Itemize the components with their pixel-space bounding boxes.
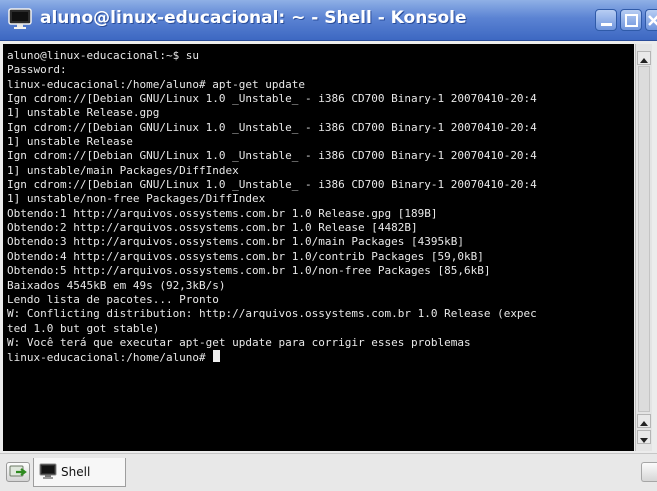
- scroll-thumb[interactable]: [638, 66, 650, 412]
- terminal-line: Baixados 4545kB em 49s (92,3kB/s): [7, 278, 226, 292]
- close-icon: [648, 15, 657, 26]
- terminal-line: W: Você terá que executar apt-get update…: [7, 335, 471, 349]
- terminal-line: Obtendo:1 http://arquivos.ossystems.com.…: [7, 206, 438, 220]
- terminal-line: Lendo lista de pacotes... Pronto: [7, 292, 219, 306]
- prompt-line[interactable]: linux-educacional:/home/aluno#: [7, 350, 634, 364]
- terminal-line: aluno@linux-educacional:~$ su: [7, 49, 200, 62]
- terminal-line: Ign cdrom://[Debian GNU/Linux 1.0 _Unsta…: [7, 120, 537, 134]
- arrow-up-icon: [640, 421, 648, 426]
- close-session-button[interactable]: [641, 462, 657, 482]
- terminal-line: linux-educacional:/home/aluno# apt-get u…: [7, 77, 306, 91]
- text-cursor: [213, 350, 221, 363]
- terminal-line: Ign cdrom://[Debian GNU/Linux 1.0 _Unsta…: [7, 178, 537, 192]
- terminal-line: Obtendo:4 http://arquivos.ossystems.com.…: [7, 249, 484, 263]
- konsole-app-icon[interactable]: [8, 8, 32, 30]
- arrow-down-icon: [640, 438, 648, 443]
- terminal-line: ted 1.0 but got stable): [7, 321, 160, 335]
- terminal-line: Obtendo:5 http://arquivos.ossystems.com.…: [7, 264, 491, 278]
- terminal-line: 1] unstable Release.gpg: [7, 106, 160, 120]
- terminal-line: Obtendo:3 http://arquivos.ossystems.com.…: [7, 235, 464, 249]
- tab-shell[interactable]: Shell: [33, 458, 126, 487]
- terminal-line: 1] unstable/main Packages/DiffIndex: [7, 163, 239, 177]
- terminal-line: W: Conflicting distribution: http://arqu…: [7, 307, 537, 321]
- scroll-up-button[interactable]: [637, 51, 651, 65]
- new-session-button[interactable]: [6, 462, 30, 482]
- scroll-down-button[interactable]: [637, 430, 651, 444]
- maximize-button[interactable]: [620, 9, 642, 31]
- terminal-icon: [39, 463, 57, 484]
- terminal-output[interactable]: aluno@linux-educacional:~$ su Password: …: [3, 44, 634, 451]
- terminal-line: Ign cdrom://[Debian GNU/Linux 1.0 _Unsta…: [7, 149, 537, 163]
- minimize-icon: [601, 23, 612, 26]
- terminal-line: Obtendo:2 http://arquivos.ossystems.com.…: [7, 221, 418, 235]
- window-title: aluno@linux-educacional: ~ - Shell - Kon…: [40, 8, 467, 28]
- scroll-up-button-lower[interactable]: [637, 414, 651, 428]
- terminal-line: Ign cdrom://[Debian GNU/Linux 1.0 _Unsta…: [7, 92, 537, 106]
- new-session-icon: [9, 465, 27, 477]
- tab-bar: Shell: [0, 453, 657, 491]
- maximize-icon: [625, 14, 638, 27]
- close-button[interactable]: [645, 9, 657, 31]
- terminal-line: 1] unstable Release: [7, 135, 133, 149]
- minimize-button[interactable]: [595, 9, 617, 31]
- tab-label: Shell: [61, 465, 91, 479]
- konsole-window: aluno@linux-educacional: ~ - Shell - Kon…: [0, 0, 657, 491]
- terminal-line: 1] unstable/non-free Packages/DiffIndex: [7, 192, 266, 206]
- terminal-line: Password:: [7, 63, 67, 77]
- title-bar[interactable]: aluno@linux-educacional: ~ - Shell - Kon…: [0, 0, 657, 41]
- shell-prompt: linux-educacional:/home/aluno#: [7, 351, 213, 365]
- vertical-scrollbar[interactable]: [635, 44, 652, 451]
